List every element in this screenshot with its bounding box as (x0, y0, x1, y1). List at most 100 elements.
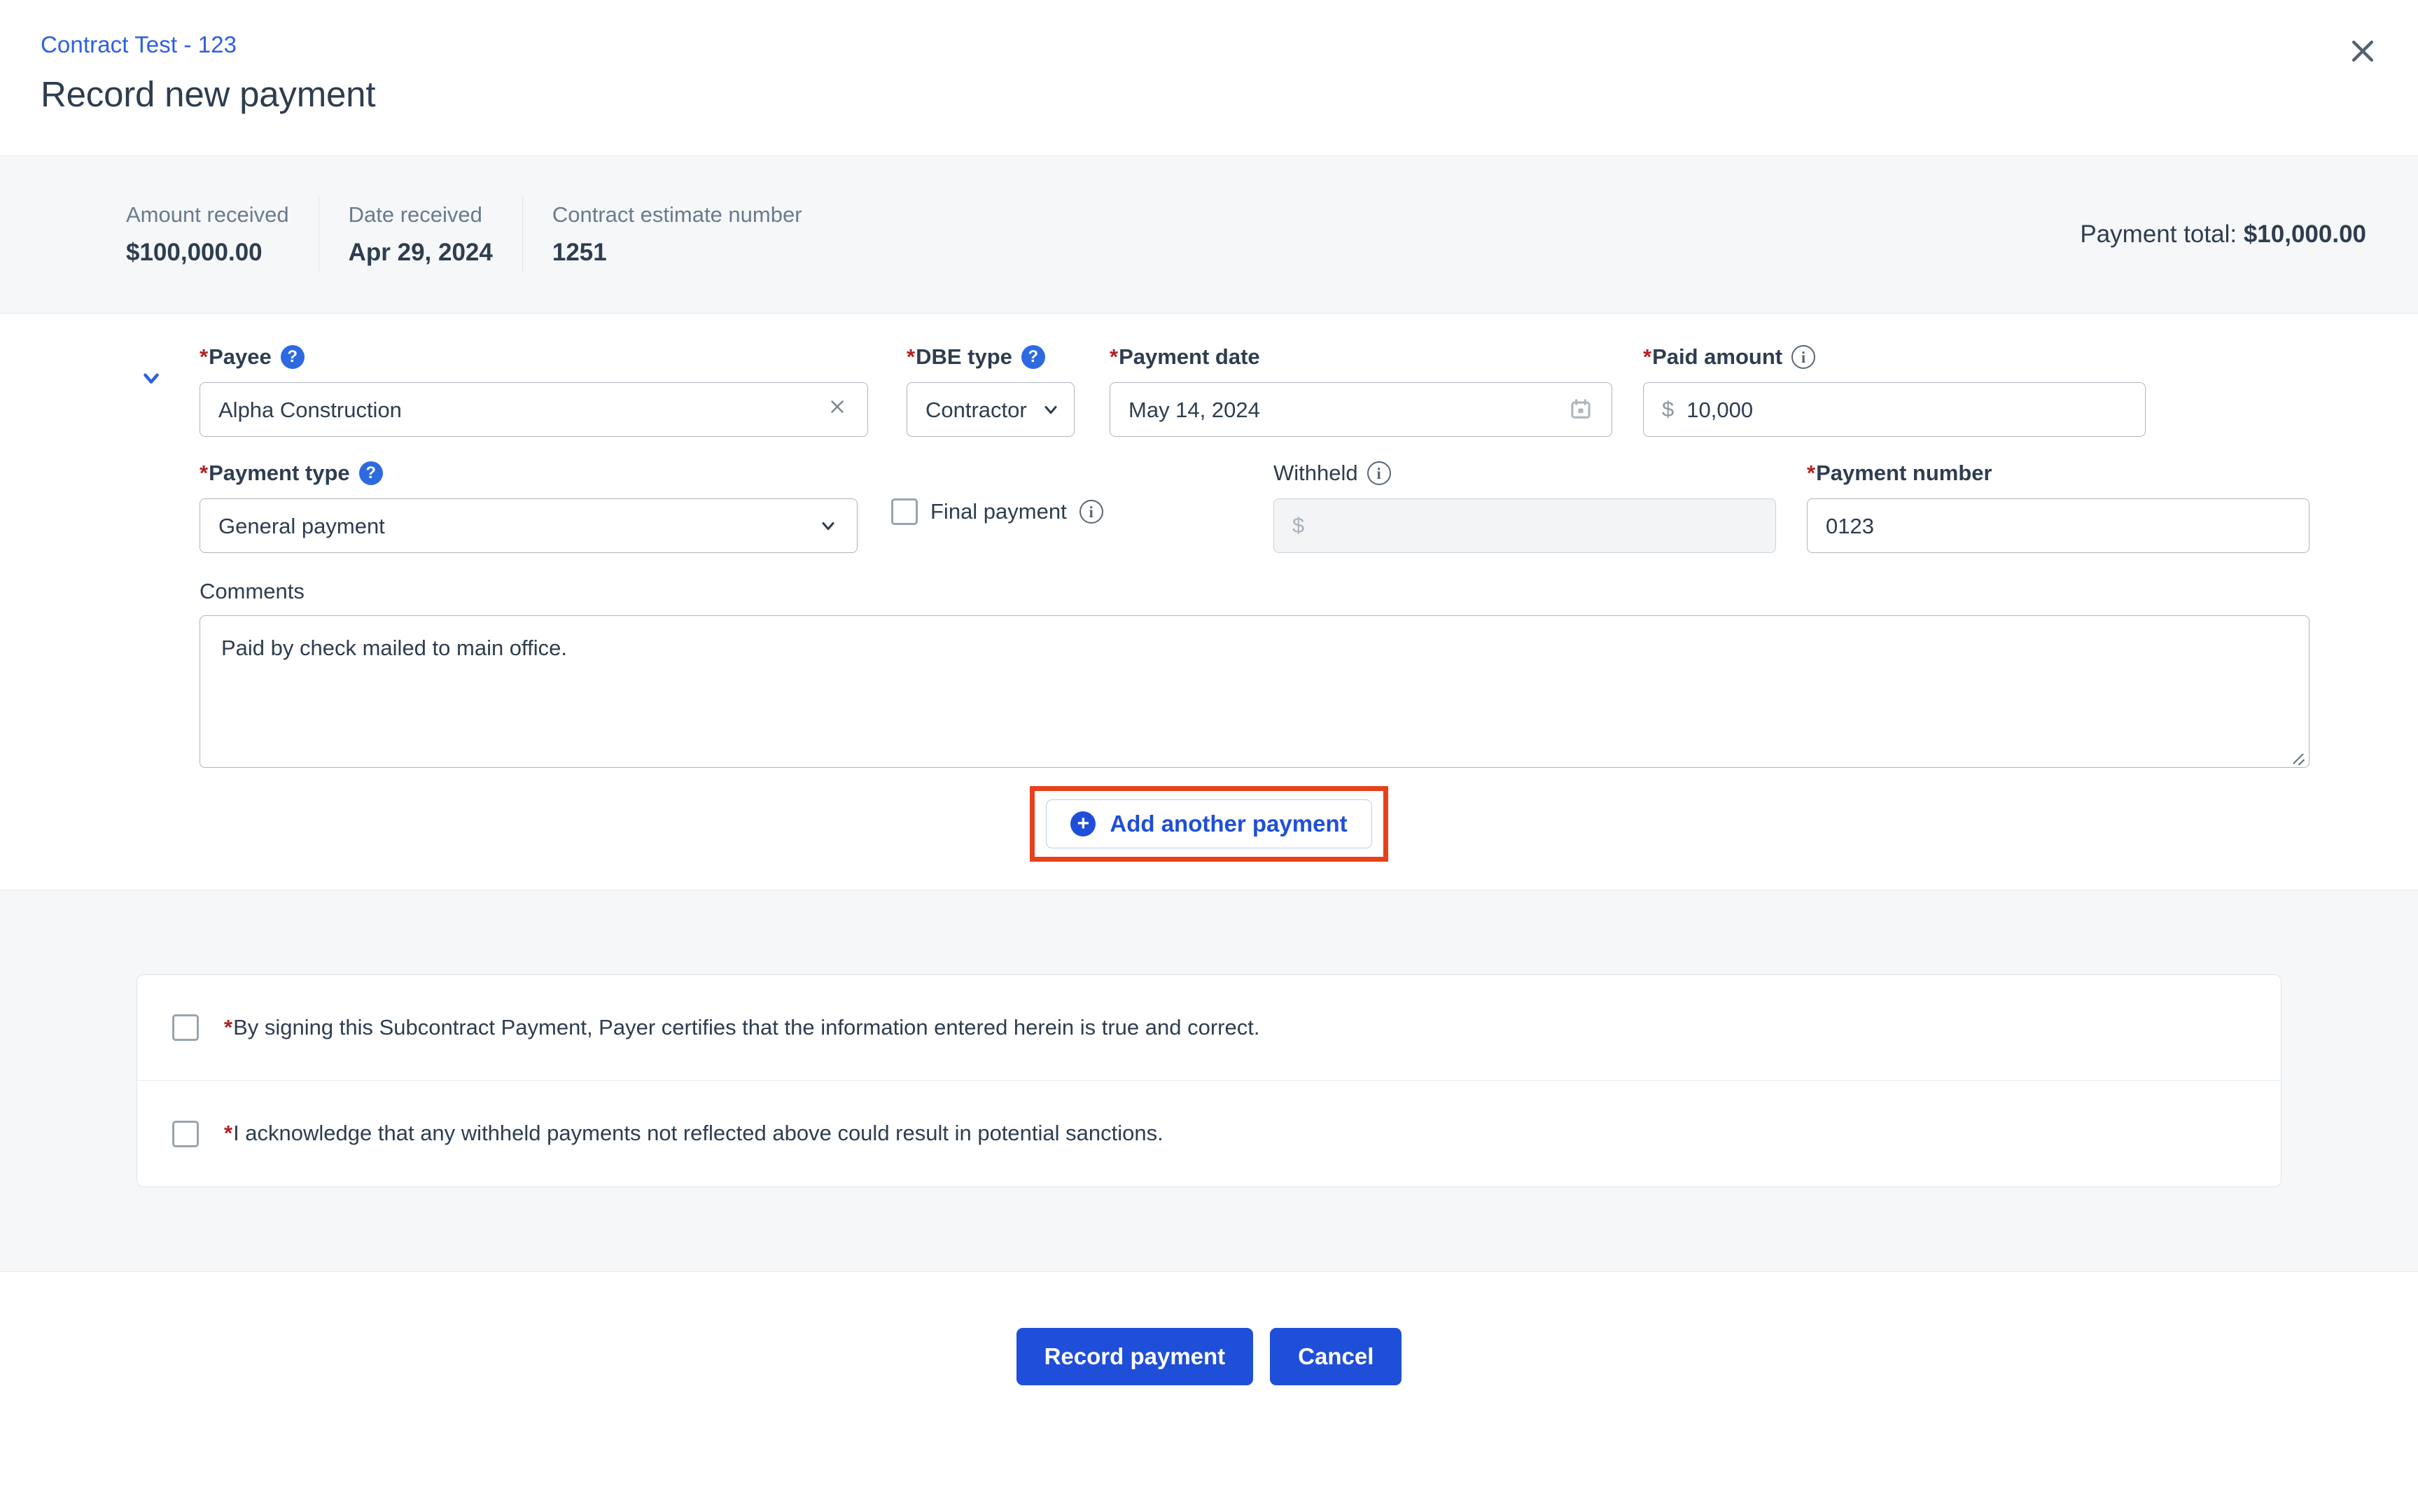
summary-item-date-received: Date received Apr 29, 2024 (318, 197, 522, 272)
info-icon[interactable]: i (1791, 345, 1816, 369)
info-icon[interactable]: i (1079, 500, 1103, 524)
payment-type-value: General payment (218, 513, 385, 538)
required-marker: * (1643, 344, 1652, 370)
payee-label: *Payee ? (200, 343, 868, 371)
info-icon[interactable]: i (1367, 461, 1391, 485)
field-comments: Comments Paid by check mailed to main of… (200, 578, 2309, 769)
form-row-2: *Payment type ? General payment Final pa… (200, 459, 2309, 553)
field-payment-type: *Payment type ? General payment (200, 459, 858, 553)
calendar-icon[interactable] (1568, 397, 1593, 422)
field-payment-date: *Payment date May 14, 2024 (1110, 343, 1612, 437)
required-marker: * (224, 1121, 233, 1146)
certification-checkbox-2[interactable] (172, 1120, 199, 1147)
label-text: Payment type (209, 461, 350, 486)
summary-label: Contract estimate number (552, 202, 802, 227)
payment-date-label: *Payment date (1110, 343, 1612, 371)
payment-total-value: $10,000.00 (2243, 220, 2366, 248)
label-text: Withheld (1273, 461, 1358, 486)
paid-amount-value: 10,000 (1686, 397, 1754, 422)
payee-input[interactable]: Alpha Construction (200, 382, 868, 437)
modal-footer: Record payment Cancel (0, 1270, 2418, 1442)
certification-text-2: *I acknowledge that any withheld payment… (224, 1119, 1163, 1147)
required-marker: * (1110, 344, 1119, 370)
record-payment-button[interactable]: Record payment (1016, 1328, 1254, 1386)
payment-date-value: May 14, 2024 (1128, 397, 1260, 422)
certification-label: By signing this Subcontract Payment, Pay… (233, 1015, 1260, 1040)
summary-value: Apr 29, 2024 (348, 238, 493, 266)
dbe-type-label: *DBE type ? (907, 343, 1075, 371)
payment-form-section: *Payee ? Alpha Construction *DBE type ? … (0, 314, 2418, 890)
collapse-payment-toggle[interactable] (133, 361, 169, 398)
required-marker: * (200, 461, 209, 486)
required-marker: * (200, 344, 209, 370)
question-mark-icon[interactable]: ? (1021, 345, 1045, 369)
payment-number-value: 0123 (1826, 513, 1874, 538)
currency-prefix: $ (1662, 397, 1675, 421)
cancel-button[interactable]: Cancel (1270, 1328, 1402, 1386)
label-text: Payment date (1119, 344, 1260, 370)
close-icon (827, 396, 848, 423)
clear-payee-button[interactable] (825, 398, 849, 421)
summary-bar: Amount received $100,000.00 Date receive… (0, 155, 2418, 314)
comments-label: Comments (200, 579, 305, 603)
summary-item-amount-received: Amount received $100,000.00 (0, 197, 319, 272)
certifications-card: *By signing this Subcontract Payment, Pa… (137, 974, 2281, 1187)
add-another-payment-label: Add another payment (1110, 811, 1348, 837)
page-title: Record new payment (41, 74, 376, 114)
plus-circle-icon: + (1070, 811, 1096, 837)
breadcrumb-contract-link[interactable]: Contract Test - 123 (41, 31, 237, 59)
question-mark-icon[interactable]: ? (358, 461, 383, 485)
summary-items: Amount received $100,000.00 Date receive… (0, 197, 832, 272)
certification-checkbox-1[interactable] (172, 1014, 199, 1042)
required-marker: * (224, 1015, 233, 1040)
close-icon (2347, 36, 2378, 66)
add-another-payment-button[interactable]: + Add another payment (1046, 799, 1372, 849)
label-text: DBE type (916, 344, 1012, 370)
certification-row[interactable]: *By signing this Subcontract Payment, Pa… (137, 975, 2281, 1080)
payment-form: *Payee ? Alpha Construction *DBE type ? … (0, 343, 2418, 769)
certifications-section: *By signing this Subcontract Payment, Pa… (0, 890, 2418, 1271)
resize-handle[interactable] (2290, 748, 2305, 764)
form-row-1: *Payee ? Alpha Construction *DBE type ? … (200, 343, 2309, 437)
payment-total-label: Payment total: (2080, 220, 2237, 248)
summary-value: 1251 (552, 238, 607, 266)
payment-number-label: *Payment number (1807, 459, 2309, 487)
required-marker: * (907, 344, 916, 370)
summary-item-contract-estimate-number: Contract estimate number 1251 (522, 197, 832, 272)
paid-amount-input[interactable]: $ 10,000 (1643, 382, 2146, 437)
field-payee: *Payee ? Alpha Construction (200, 343, 868, 437)
chevron-down-icon (139, 366, 163, 393)
modal-header: Contract Test - 123 Record new payment (0, 0, 2418, 155)
withheld-input[interactable]: $ (1273, 498, 1776, 553)
field-withheld: Withheld i $ (1273, 459, 1776, 553)
final-payment-checkbox[interactable] (891, 498, 918, 525)
chevron-down-icon (1040, 399, 1061, 420)
summary-label: Amount received (126, 202, 289, 227)
withheld-label: Withheld i (1273, 459, 1776, 487)
comments-value: Paid by check mailed to main office. (221, 636, 567, 661)
question-mark-icon[interactable]: ? (280, 345, 305, 369)
highlight-box: + Add another payment (1030, 786, 1388, 862)
add-another-payment-area: + Add another payment (0, 786, 2418, 863)
field-dbe-type: *DBE type ? Contractor (907, 343, 1075, 437)
required-marker: * (1807, 461, 1816, 486)
field-payment-number: *Payment number 0123 (1807, 459, 2309, 553)
withheld-placeholder: $ (1292, 513, 1305, 538)
label-text: Payee (209, 344, 272, 370)
close-button[interactable] (2341, 29, 2384, 73)
certification-row[interactable]: *I acknowledge that any withheld payment… (137, 1080, 2281, 1186)
paid-amount-label: *Paid amount i (1643, 343, 2146, 371)
label-text: Paid amount (1652, 344, 1783, 370)
payment-type-label: *Payment type ? (200, 459, 858, 487)
final-payment-group: Final payment i (891, 484, 1103, 553)
payment-total: Payment total: $10,000.00 (2080, 220, 2373, 248)
payment-number-input[interactable]: 0123 (1807, 498, 2309, 553)
final-payment-label: Final payment (930, 499, 1067, 524)
payment-date-input[interactable]: May 14, 2024 (1110, 382, 1612, 437)
certification-label: I acknowledge that any withheld payments… (233, 1121, 1163, 1146)
label-text: Payment number (1816, 461, 1992, 486)
comments-textarea[interactable]: Paid by check mailed to main office. (200, 615, 2309, 769)
payment-type-select[interactable]: General payment (200, 498, 858, 553)
dbe-type-select[interactable]: Contractor (907, 382, 1075, 437)
certification-text-1: *By signing this Subcontract Payment, Pa… (224, 1014, 1259, 1042)
